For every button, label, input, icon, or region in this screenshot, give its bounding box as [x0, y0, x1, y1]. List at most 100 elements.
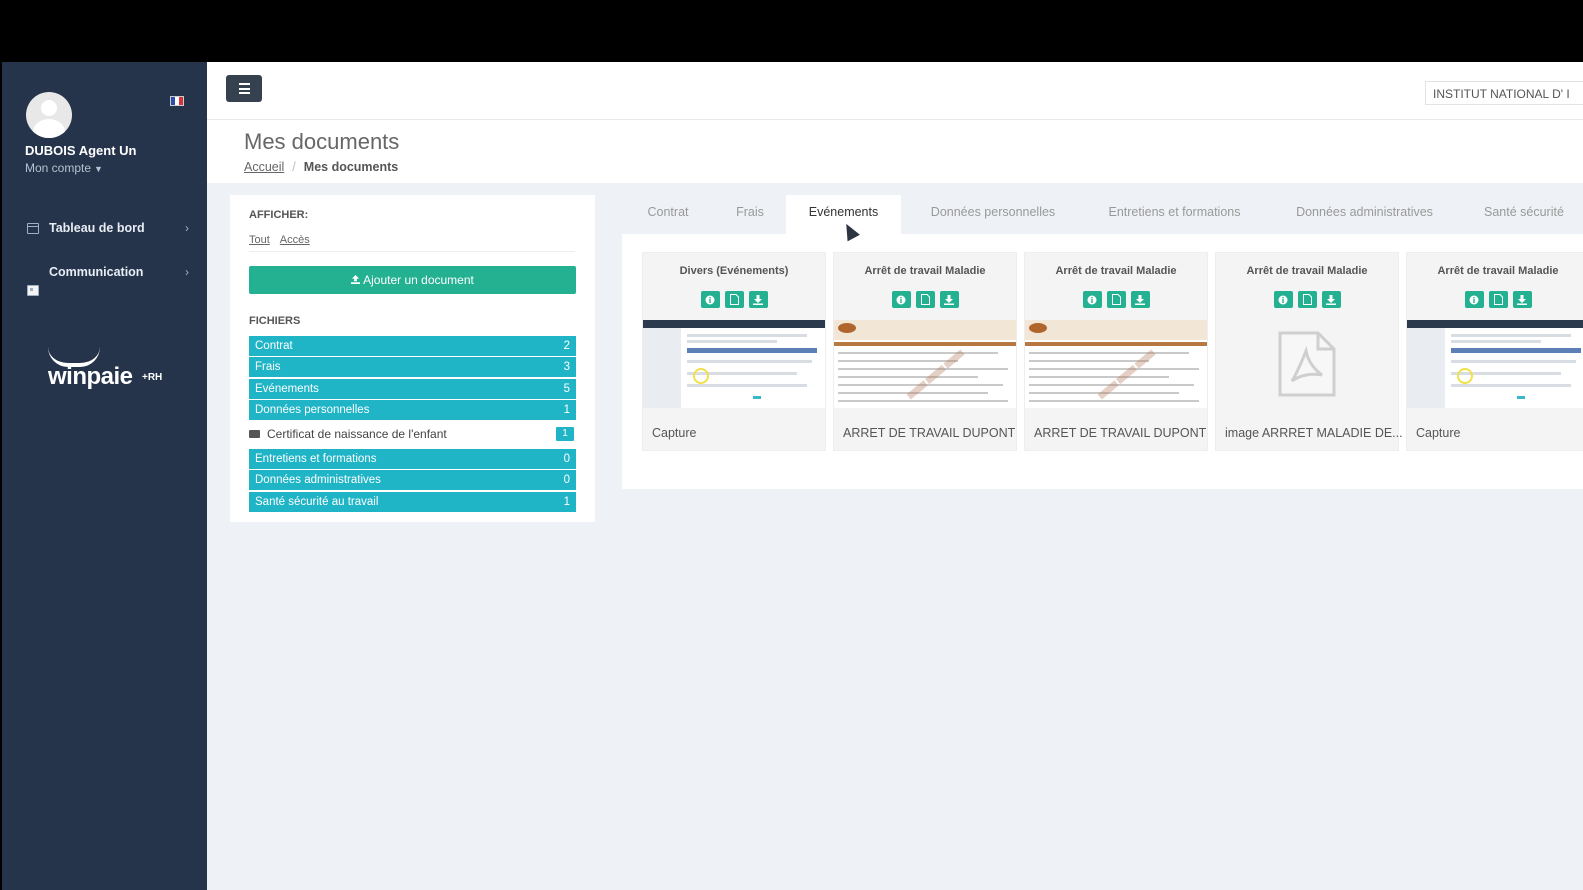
document-caption: ARRET DE TRAVAIL DUPONT — [843, 426, 1016, 440]
document-actions — [834, 291, 1016, 308]
divider — [249, 251, 575, 252]
download-button[interactable] — [939, 291, 959, 308]
subcategory-birth-certificate[interactable]: Certificat de naissance de l'enfant 1 — [249, 423, 576, 445]
document-card[interactable]: Arrêt de travail Maladie ▬▬▬ ARRET DE TR… — [833, 252, 1017, 451]
watermark: ▬▬▬ — [1089, 337, 1161, 404]
documents-grid: Divers (Evénements) Capture Arrêt de tra… — [622, 234, 1583, 489]
info-icon — [705, 295, 715, 304]
info-icon — [1469, 295, 1479, 304]
file-icon — [729, 294, 739, 305]
info-icon — [896, 295, 906, 304]
show-label: AFFICHER: — [249, 209, 309, 221]
info-button[interactable] — [1464, 291, 1484, 308]
category-frais[interactable]: Frais 3 — [249, 357, 576, 377]
language-flag-icon[interactable] — [170, 96, 184, 106]
view-button[interactable] — [1297, 291, 1317, 308]
screen-top-bar — [0, 0, 1583, 62]
document-thumbnail — [1216, 320, 1398, 408]
document-caption: image ARRRET MALADIE DE... — [1225, 426, 1403, 440]
document-tabs: Contrat Frais Evénements Données personn… — [622, 195, 1583, 235]
download-button[interactable] — [1512, 291, 1532, 308]
document-card[interactable]: Divers (Evénements) Capture — [642, 252, 826, 451]
add-document-button[interactable]: Ajouter un document — [249, 266, 576, 294]
document-thumbnail: ▬▬▬ — [834, 320, 1016, 408]
info-button[interactable] — [891, 291, 911, 308]
breadcrumb-home-link[interactable]: Accueil — [244, 160, 284, 174]
download-button[interactable] — [748, 291, 768, 308]
filter-access-link[interactable]: Accès — [280, 234, 310, 246]
organization-selector[interactable]: INSTITUT NATIONAL D' I — [1425, 81, 1583, 105]
info-button[interactable] — [1273, 291, 1293, 308]
info-icon — [1278, 295, 1288, 304]
tab-entretiens-formations[interactable]: Entretiens et formations — [1092, 195, 1257, 235]
document-card[interactable]: Arrêt de travail Maladie Capture — [1406, 252, 1583, 451]
filter-links: Tout Accès — [249, 234, 320, 246]
document-actions — [1407, 291, 1583, 308]
document-thumbnail: ▬▬▬ — [1025, 320, 1207, 408]
document-category: Arrêt de travail Maladie — [1246, 265, 1368, 277]
avatar[interactable] — [26, 92, 72, 138]
category-donnees-administratives[interactable]: Données administratives 0 — [249, 470, 576, 490]
tab-sante-securite[interactable]: Santé sécurité — [1472, 195, 1582, 235]
winpaie-logo: winpaie +RH — [42, 347, 172, 407]
sidebar-item-dashboard[interactable]: Tableau de bord › — [2, 216, 207, 240]
document-category: Arrêt de travail Maladie — [864, 265, 986, 277]
tab-donnees-administratives[interactable]: Données administratives — [1282, 195, 1447, 235]
view-button[interactable] — [915, 291, 935, 308]
category-evenements[interactable]: Evénements 5 — [249, 379, 576, 399]
document-actions — [1025, 291, 1207, 308]
info-button[interactable] — [1082, 291, 1102, 308]
download-icon — [944, 294, 954, 305]
document-thumbnail — [643, 320, 825, 408]
chevron-right-icon: › — [185, 265, 189, 279]
download-icon — [753, 294, 763, 305]
watermark: ▬▬▬ — [898, 337, 970, 404]
document-category: Divers (Evénements) — [679, 265, 789, 277]
category-contrat[interactable]: Contrat 2 — [249, 336, 576, 356]
sidebar-item-label: Tableau de bord — [49, 221, 145, 235]
category-count: 0 — [563, 474, 570, 486]
document-actions — [1216, 291, 1398, 308]
filter-all-link[interactable]: Tout — [249, 234, 270, 246]
file-icon — [1493, 294, 1503, 305]
view-button[interactable] — [724, 291, 744, 308]
document-thumbnail — [1407, 320, 1583, 408]
caret-down-icon: ▼ — [94, 164, 103, 174]
document-card[interactable]: Arrêt de travail Maladie ▬▬▬ ARRET DE TR… — [1024, 252, 1208, 451]
category-count: 5 — [563, 383, 570, 395]
document-category: Arrêt de travail Maladie — [1437, 265, 1559, 277]
upload-icon — [351, 275, 361, 284]
category-count: 2 — [563, 340, 570, 352]
file-icon — [920, 294, 930, 305]
breadcrumb-current: Mes documents — [303, 160, 399, 174]
id-card-icon — [27, 284, 39, 296]
category-sante-securite[interactable]: Santé sécurité au travail 1 — [249, 492, 576, 512]
breadcrumb: Accueil / Mes documents — [244, 160, 399, 174]
sidebar-item-communication[interactable]: Communication › — [2, 260, 207, 296]
calendar-icon — [27, 222, 39, 234]
download-button[interactable] — [1321, 291, 1341, 308]
category-count: 3 — [563, 361, 570, 373]
document-card[interactable]: Arrêt de travail Maladie image ARRRET MA… — [1215, 252, 1403, 451]
files-label: FICHIERS — [249, 315, 301, 327]
pdf-file-icon — [1278, 331, 1336, 397]
main-area: INSTITUT NATIONAL D' I Mes documents Acc… — [207, 62, 1583, 890]
tab-donnees-personnelles[interactable]: Données personnelles — [918, 195, 1068, 235]
tab-contrat[interactable]: Contrat — [632, 195, 704, 235]
account-menu[interactable]: Mon compte ▼ — [25, 161, 103, 175]
sidebar-item-label: Communication — [49, 265, 144, 279]
category-donnees-personnelles[interactable]: Données personnelles 1 — [249, 400, 576, 420]
view-button[interactable] — [1488, 291, 1508, 308]
page-title: Mes documents — [244, 129, 400, 154]
download-icon — [1517, 294, 1527, 305]
user-name: DUBOIS Agent Un — [25, 143, 137, 158]
view-button[interactable] — [1106, 291, 1126, 308]
info-button[interactable] — [700, 291, 720, 308]
menu-toggle-button[interactable] — [226, 75, 262, 102]
document-caption: ARRET DE TRAVAIL DUPONT — [1034, 426, 1207, 440]
category-entretiens-formations[interactable]: Entretiens et formations 0 — [249, 449, 576, 469]
category-count: 1 — [563, 404, 570, 416]
info-icon — [1087, 295, 1097, 304]
download-button[interactable] — [1130, 291, 1150, 308]
tab-frais[interactable]: Frais — [722, 195, 778, 235]
